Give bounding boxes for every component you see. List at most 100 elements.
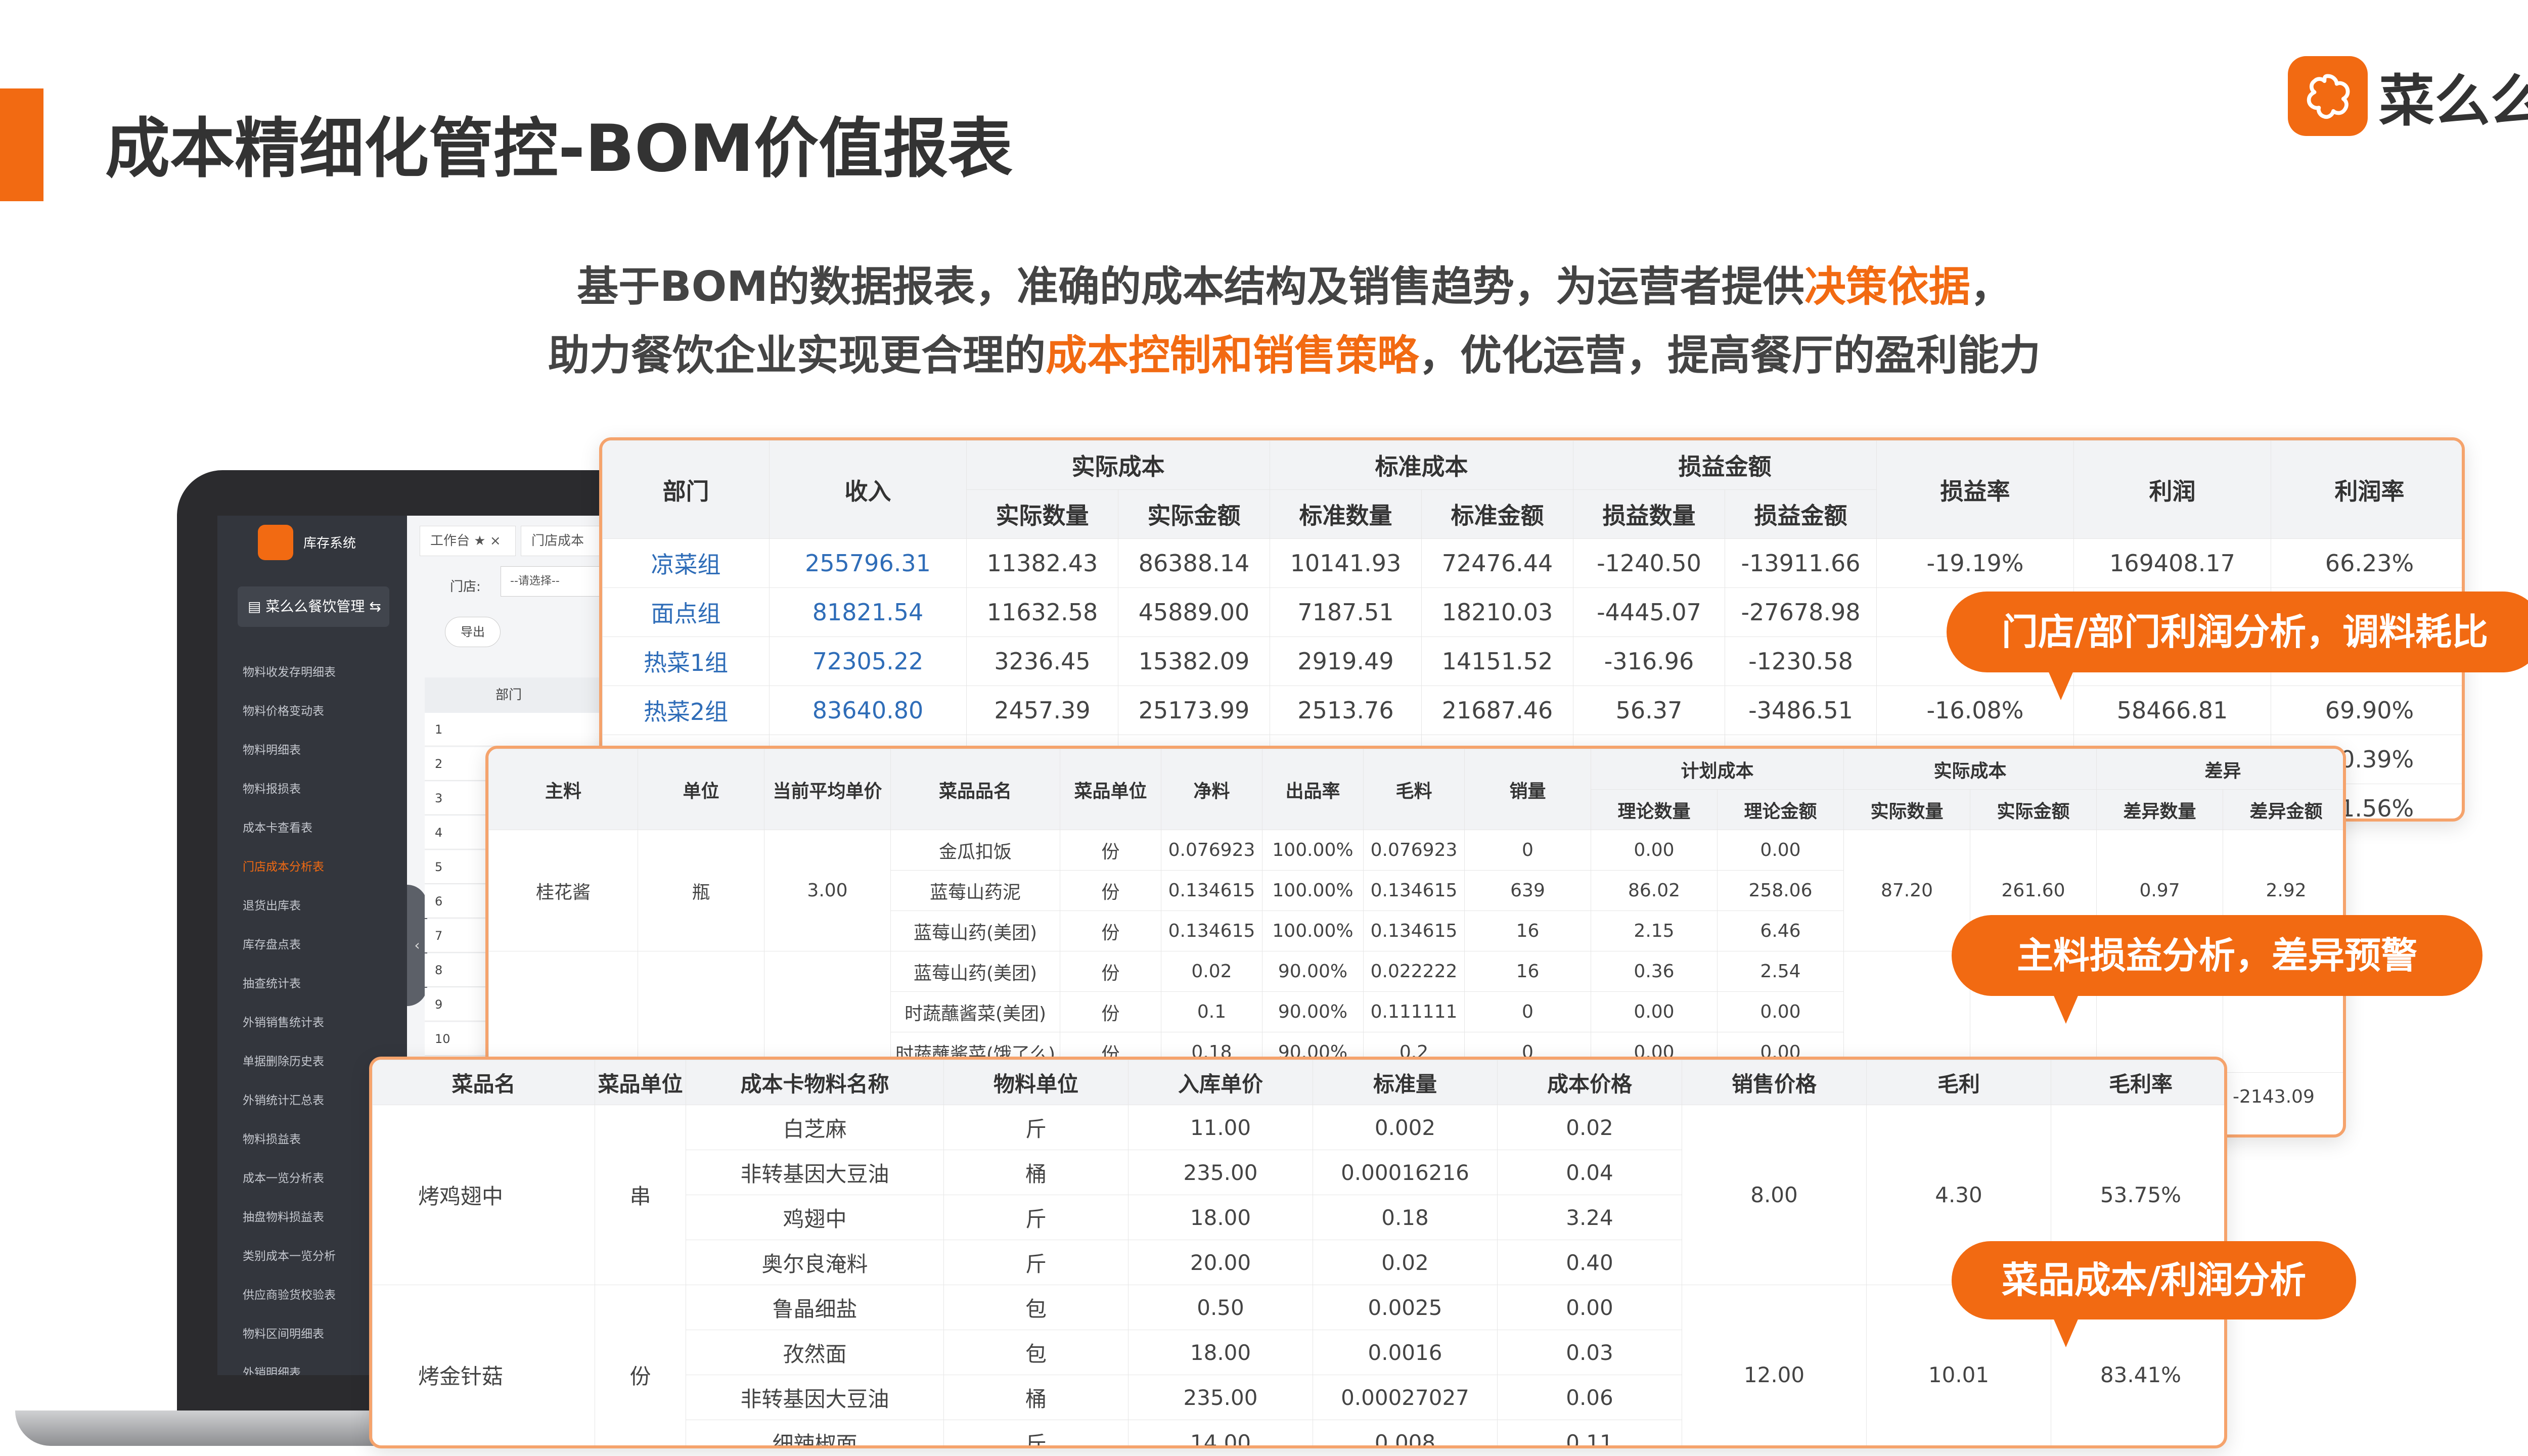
sidebar-group[interactable]: ▤ 菜么么餐饮管理 ⇆	[238, 586, 389, 627]
table-cell: 169408.17	[2073, 538, 2271, 588]
sidebar-item[interactable]: 外销销售统计表	[243, 1013, 324, 1030]
dish-header-cell: 成本卡物料名称	[686, 1060, 944, 1105]
subtitle-text: 助力餐饮企业实现更合理的	[548, 332, 1046, 380]
table-cell: 份	[1060, 951, 1161, 992]
table-cell: 0.02	[1497, 1105, 1682, 1150]
sidebar-item[interactable]: 成本一览分析表	[243, 1168, 324, 1186]
sidebar-item[interactable]: 门店成本分析表	[243, 857, 324, 874]
table-cell: 金瓜扣饭	[890, 830, 1060, 871]
table-row[interactable]: 凉菜组 255796.31 11382.43 86388.14 10141.93 7247…	[602, 538, 2462, 588]
dish-header-cell: 毛利率	[2051, 1060, 2224, 1105]
store-label: 门店:	[450, 579, 481, 595]
main-material-table: 主料 单位 当前平均单价 菜品品名 菜品单位 净料 出品率 毛料 销量 计划成本…	[488, 749, 2343, 1073]
sidebar-item[interactable]: 物料损益表	[243, 1129, 301, 1147]
dish-header-cell: 标准量	[1313, 1060, 1498, 1105]
sidebar-item[interactable]: 成本卡查看表	[243, 818, 312, 835]
table-cell: 639	[1464, 870, 1591, 911]
sidebar-item[interactable]: 物料明细表	[243, 740, 301, 757]
table-cell: 90.00%	[1262, 991, 1364, 1032]
header-pl-rate: 损益率	[1876, 440, 2074, 539]
table-cell: 72476.44	[1421, 538, 1573, 588]
table-cell: 0.36	[1591, 951, 1718, 992]
table-cell: 72305.22	[769, 636, 967, 686]
table-row[interactable]: 烤金针菇份鲁晶细盐包 0.50 0.0025 0.00 12.00 10.01 83.41%	[372, 1285, 2224, 1445]
sidebar-item[interactable]: 物料报损表	[243, 779, 301, 796]
callout-store-profit: 门店/部门利润分析，调料耗比	[1947, 592, 2528, 700]
table-cell: 份	[1060, 991, 1161, 1032]
header-net: 净料	[1161, 749, 1262, 830]
table-cell: 斤	[943, 1195, 1128, 1240]
table-cell: 0.134615	[1161, 911, 1262, 951]
table-cell: -27678.98	[1725, 587, 1877, 637]
sidebar-item[interactable]: 退货出库表	[243, 896, 301, 913]
dish-unit-cell: 串	[595, 1105, 686, 1285]
subtitle-highlight: 成本控制和销售策略	[1045, 332, 1419, 380]
header-revenue: 收入	[769, 440, 967, 539]
header-pl-amount: 损益金额	[1573, 440, 1877, 490]
dish-cost-table: 菜品名 菜品单位 成本卡物料名称 物料单位 入库单价 标准量 成本价格 销售价格 毛利 毛利率 烤…	[372, 1060, 2224, 1445]
flower-logo-icon	[2288, 56, 2368, 136]
table-cell: 0.022222	[1363, 951, 1465, 992]
table-cell: 时蔬蘸酱菜(美团)	[890, 991, 1060, 1032]
table-cell: 235.00	[1128, 1150, 1313, 1195]
header-profit: 利润	[2073, 440, 2271, 539]
sidebar-item[interactable]: 物料价格变动表	[243, 701, 324, 718]
table-cell: 0.0016	[1313, 1330, 1498, 1375]
table-cell: 6.46	[1717, 911, 1844, 951]
table-cell: 0.06	[1497, 1375, 1682, 1420]
header-dish-unit: 菜品单位	[1060, 749, 1161, 830]
subtitle-text: ，	[1970, 263, 2012, 311]
table-cell: 56.37	[1573, 686, 1725, 735]
dish-summary-cell: 12.00	[1682, 1285, 1867, 1445]
dish-name-cell: 烤鸡翅中	[372, 1105, 595, 1285]
header-standard-cost: 标准成本	[1270, 440, 1573, 490]
sidebar-item[interactable]: 外销统计汇总表	[243, 1090, 324, 1108]
page-title: 成本精细化管控-BOM价值报表	[105, 111, 1013, 187]
sidebar-item[interactable]: 物料区间明细表	[243, 1324, 324, 1341]
table-cell: 83640.80	[769, 686, 967, 735]
sidebar-item[interactable]: 抽盘物料损益表	[243, 1207, 324, 1224]
table-cell: 份	[1060, 870, 1161, 911]
sidebar-item[interactable]: 抽查统计表	[243, 974, 301, 991]
table-cell: 蓝莓山药泥	[890, 870, 1060, 911]
sidebar-item[interactable]: 外销明细表	[243, 1363, 301, 1375]
callout-tail	[2053, 993, 2079, 1024]
sidebar-item[interactable]: 类别成本一览分析	[243, 1246, 336, 1263]
header-gross: 毛料	[1363, 749, 1465, 830]
sidebar-item[interactable]: 供应商验货校验表	[243, 1285, 336, 1302]
sidebar-item[interactable]: 物料收发存明细表	[243, 662, 336, 679]
table-cell: 桶	[943, 1150, 1128, 1195]
empty-cell	[1843, 951, 1971, 1073]
table-row[interactable]: 烤鸡翅中串白芝麻斤 11.00 0.002 0.02 8.00 4.30 53.75%	[372, 1105, 2224, 1285]
table-cell: -4445.07	[1573, 587, 1725, 637]
dish-header-cell: 菜品名	[372, 1060, 595, 1105]
chevron-left-icon[interactable]: ‹	[407, 885, 427, 1006]
tab-label: 工作台	[430, 533, 470, 549]
group-cell: 87.20	[1843, 830, 1971, 951]
table-cell: 斤	[943, 1105, 1128, 1150]
table-cell: 258.06	[1717, 870, 1844, 911]
table-cell: 0.134615	[1363, 870, 1465, 911]
callout-dish-cost: 菜品成本/利润分析	[1952, 1241, 2356, 1347]
table-cell: 0.076923	[1363, 830, 1465, 871]
table-cell: 10141.93	[1270, 538, 1422, 588]
table-cell: 21687.46	[1421, 686, 1573, 735]
table-cell: 0	[1464, 991, 1591, 1032]
table-cell: 58466.81	[2073, 686, 2271, 735]
table-cell: 0.04	[1497, 1150, 1682, 1195]
table-cell: 14151.52	[1421, 636, 1573, 686]
table-cell: 86388.14	[1118, 538, 1270, 588]
group-cell: 桂花酱	[488, 830, 638, 951]
sidebar-item[interactable]: 库存盘点表	[243, 935, 301, 952]
export-button[interactable]: 导出	[445, 617, 501, 647]
table-row[interactable]: 桂花酱瓶 3.00 金瓜扣饭份 0.076923 100.00% 0.076923 0 0.0…	[488, 830, 2343, 951]
table-cell: 0.00027027	[1313, 1375, 1498, 1420]
table-cell: -1240.50	[1573, 538, 1725, 588]
table-row[interactable]: 热菜2组 83640.80 2457.39 25173.99 2513.76 21687.…	[602, 686, 2462, 735]
sidebar-item[interactable]: 单据删除历史表	[243, 1052, 324, 1069]
tab-workbench[interactable]: 工作台 ★ ×	[420, 526, 516, 556]
table-cell: 斤	[943, 1420, 1128, 1445]
header-unit: 单位	[638, 749, 764, 830]
table-cell: 25173.99	[1118, 686, 1270, 735]
table-cell: 0.40	[1497, 1240, 1682, 1285]
